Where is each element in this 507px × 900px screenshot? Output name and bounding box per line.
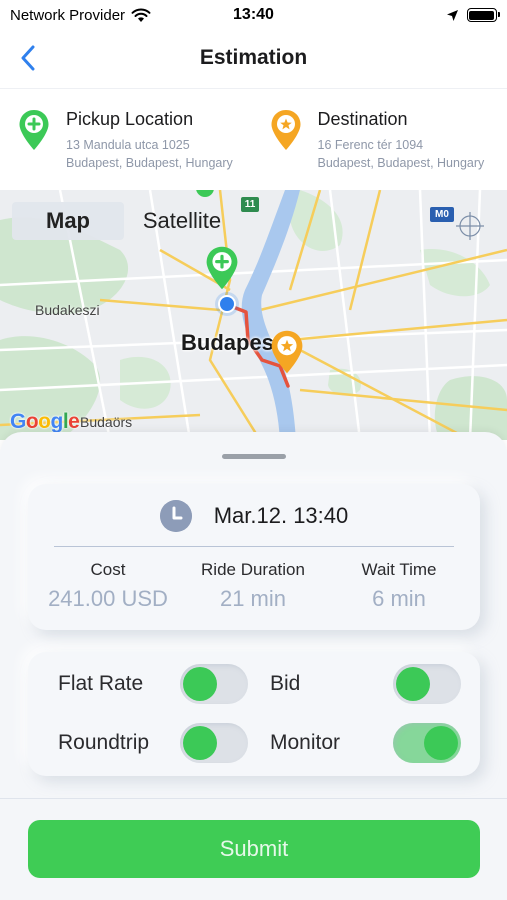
- map-view[interactable]: 11 M0 Map Satellite Budakeszi Budapest B…: [0, 190, 507, 440]
- carrier-name: Network Provider: [10, 6, 126, 24]
- flat-rate-toggle-knob: [183, 667, 217, 701]
- destination-location[interactable]: Destination 16 Ferenc tér 1094 Budapest,…: [256, 89, 507, 190]
- map-label-budakeszi: Budakeszi: [35, 302, 100, 318]
- monitor-toggle-knob: [424, 726, 458, 760]
- map-tab-satellite[interactable]: Satellite: [126, 202, 238, 240]
- destination-address-line2: Budapest, Budapest, Hungary: [317, 156, 485, 170]
- ride-duration-label: Ride Duration: [201, 560, 305, 579]
- back-button[interactable]: [8, 38, 48, 78]
- pickup-address-line2: Budapest, Budapest, Hungary: [66, 156, 233, 170]
- stat-cost: Cost 241.00 USD: [28, 560, 188, 612]
- stat-ride-duration: Ride Duration 21 min: [188, 560, 318, 612]
- road-badge-m0: M0: [430, 207, 454, 222]
- datetime-row[interactable]: Mar.12. 13:40: [28, 496, 480, 536]
- status-right: [307, 8, 500, 22]
- cost-label: Cost: [90, 560, 126, 579]
- flat-rate-toggle[interactable]: [180, 664, 248, 704]
- pickup-map-pin-icon[interactable]: [205, 245, 239, 291]
- estimate-card: Mar.12. 13:40 Cost 241.00 USD Ride Durat…: [28, 484, 480, 630]
- submit-button[interactable]: Submit: [28, 820, 480, 878]
- destination-map-pin-icon[interactable]: [270, 328, 304, 376]
- location-arrow-icon: [446, 9, 458, 21]
- map-label-budaors: Budaörs: [80, 414, 133, 430]
- monitor-toggle[interactable]: [393, 723, 461, 763]
- roundtrip-toggle-knob: [183, 726, 217, 760]
- battery-icon: [466, 8, 500, 22]
- locations-panel: Pickup Location 13 Mandula utca 1025 Bud…: [0, 88, 507, 190]
- google-logo: Google: [10, 410, 80, 433]
- sheet-separator: [0, 798, 507, 799]
- status-bar: Network Provider 13:40: [0, 0, 507, 30]
- pickup-title: Pickup Location: [66, 109, 194, 129]
- chevron-left-icon: [21, 45, 35, 71]
- page-title: Estimation: [199, 45, 308, 69]
- wait-time-value: 6 min: [372, 586, 426, 611]
- stat-wait-time: Wait Time 6 min: [318, 560, 480, 612]
- wifi-icon: [131, 8, 151, 22]
- status-left: Network Provider: [10, 7, 200, 24]
- map-tab-map[interactable]: Map: [12, 202, 124, 240]
- destination-title: Destination: [317, 109, 408, 129]
- pickup-address-line1: 13 Mandula utca 1025: [66, 138, 190, 152]
- pickup-pin-icon: [19, 110, 49, 150]
- bid-toggle[interactable]: [393, 664, 461, 704]
- road-badge-11: 11: [241, 197, 259, 212]
- destination-pin-icon: [271, 110, 300, 150]
- sheet-drag-handle[interactable]: [222, 454, 286, 459]
- map-label-budapest: Budapest: [181, 330, 282, 355]
- estimate-sheet: Mar.12. 13:40 Cost 241.00 USD Ride Durat…: [0, 432, 507, 900]
- map-type-toggle: Map Satellite: [12, 202, 238, 240]
- roundtrip-toggle[interactable]: [180, 723, 248, 763]
- cost-value: 241.00 USD: [48, 586, 168, 611]
- nav-bar: Estimation: [0, 30, 507, 85]
- destination-address-line1: 16 Ferenc tér 1094: [317, 138, 424, 152]
- status-time: 13:40: [233, 6, 274, 23]
- pickup-location[interactable]: Pickup Location 13 Mandula utca 1025 Bud…: [0, 89, 256, 190]
- pickup-text: Pickup Location 13 Mandula utca 1025 Bud…: [66, 109, 233, 190]
- clock-icon: [159, 500, 192, 532]
- bid-label: Bid: [270, 672, 301, 695]
- current-location-marker-icon: [215, 292, 239, 316]
- monitor-label: Monitor: [270, 731, 341, 754]
- wait-time-label: Wait Time: [361, 560, 437, 579]
- destination-text: Destination 16 Ferenc tér 1094 Budapest,…: [318, 109, 485, 190]
- ride-options-card: Flat Rate Bid Roundtrip Monitor: [28, 652, 480, 776]
- ride-duration-value: 21 min: [219, 586, 287, 611]
- roundtrip-label: Roundtrip: [58, 731, 150, 754]
- ride-datetime: Mar.12. 13:40: [213, 503, 349, 528]
- estimate-stats: Cost 241.00 USD Ride Duration 21 min Wai…: [28, 560, 480, 612]
- bid-toggle-knob: [396, 667, 430, 701]
- card-divider: [54, 546, 454, 547]
- flat-rate-label: Flat Rate: [58, 672, 144, 695]
